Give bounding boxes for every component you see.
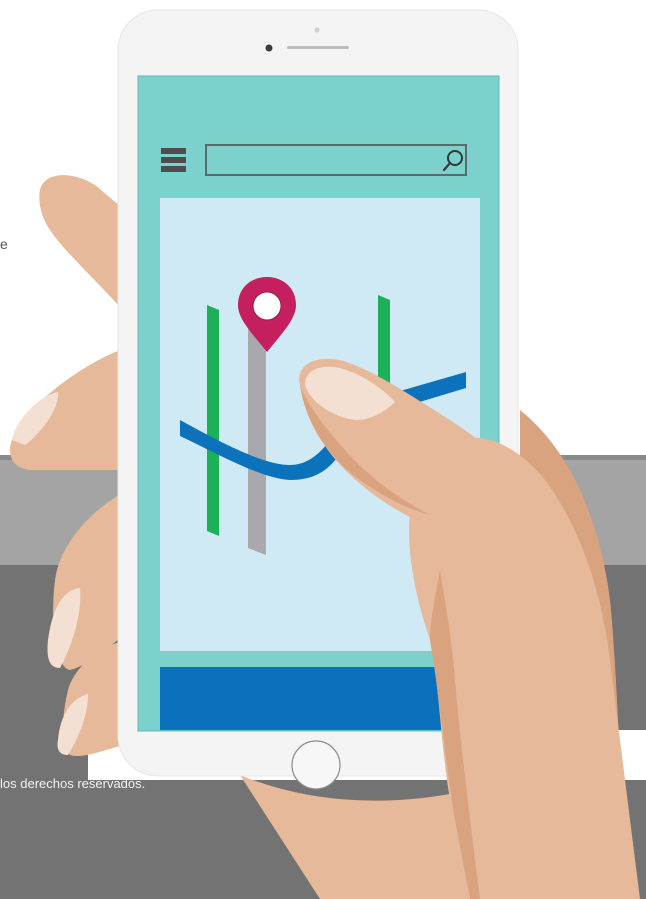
phone-speaker-slot (287, 46, 349, 49)
bottom-panel[interactable] (160, 667, 480, 730)
route-green-left (207, 305, 219, 536)
search-input[interactable] (205, 144, 467, 176)
page: e los derechos reservados. (0, 0, 646, 899)
menu-button[interactable] (161, 148, 187, 174)
home-button[interactable] (291, 740, 341, 790)
phone-camera-dot (265, 44, 273, 52)
phone-sensor-dot (314, 27, 320, 33)
search-button[interactable] (436, 145, 466, 175)
route-gray (248, 318, 266, 555)
